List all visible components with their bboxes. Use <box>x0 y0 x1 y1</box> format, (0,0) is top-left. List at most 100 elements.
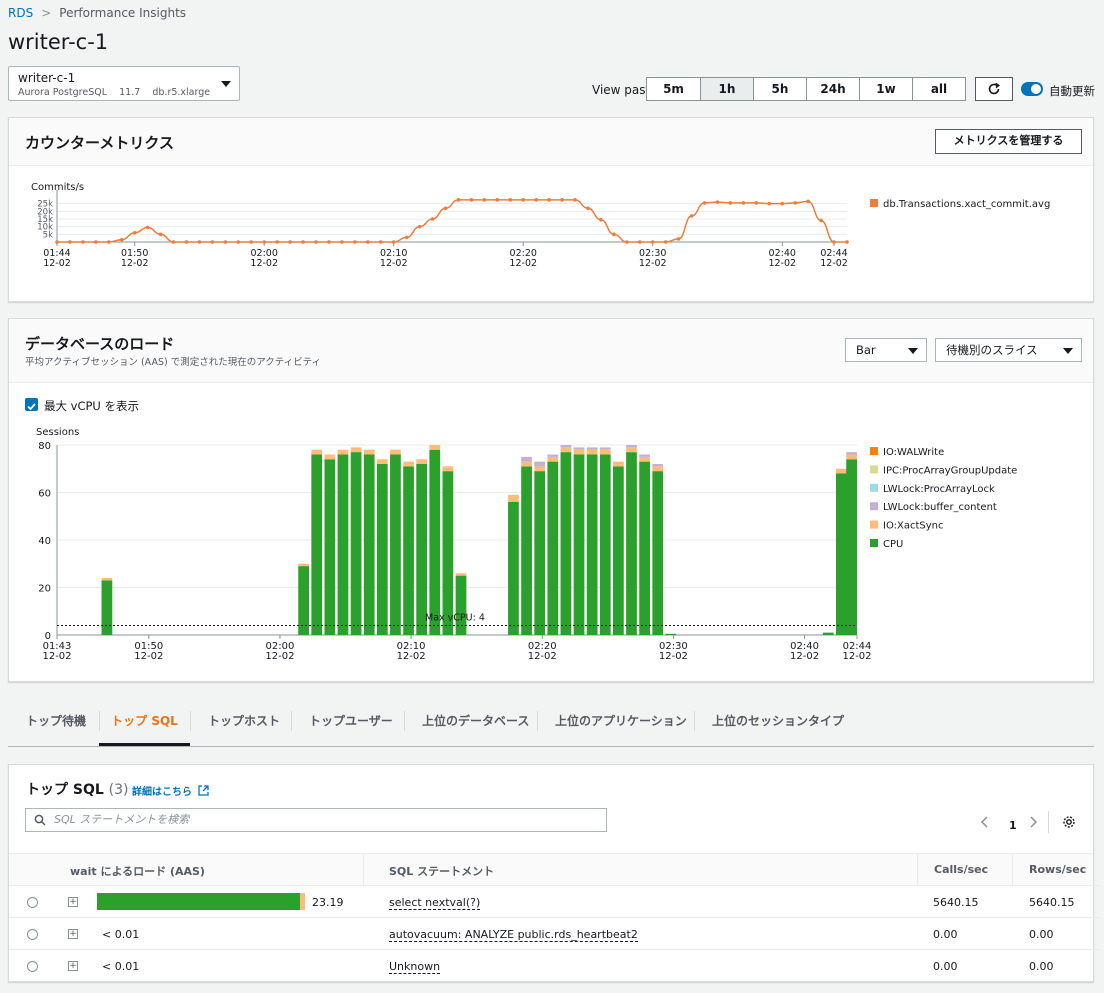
row-sql-statement[interactable]: select nextval(?) <box>389 896 481 910</box>
view-past-1h[interactable]: 1h <box>700 78 753 100</box>
commits-data-point <box>223 240 228 244</box>
commits-data-point <box>845 240 849 244</box>
commits-data-point <box>68 240 72 244</box>
y-tick-label: 40 <box>38 536 51 547</box>
slice-by-select[interactable]: 待機別のスライス <box>935 338 1082 362</box>
instance-class: db.r5.xlarge <box>152 87 211 98</box>
refresh-icon <box>988 82 1000 95</box>
row-radio[interactable] <box>27 897 38 908</box>
bar-segment-io-xactsync <box>835 468 847 474</box>
y-tick-label: 60 <box>38 489 51 500</box>
details-link[interactable]: 詳細はこちら <box>132 783 210 798</box>
breadcrumb-rds-link[interactable]: RDS <box>8 6 33 20</box>
x-tick-date: 12-02 <box>250 258 278 269</box>
bar-segment-io-xactsync <box>442 466 454 472</box>
show-vcpu-checkbox[interactable] <box>25 398 38 411</box>
bar-segment-io-xactsync <box>639 456 650 462</box>
column-header-rows[interactable]: Rows/sec <box>1029 863 1086 876</box>
view-past-5m[interactable]: 5m <box>647 78 700 100</box>
bar-segment-cpu <box>626 452 637 635</box>
chart-type-select[interactable]: Bar <box>845 338 927 362</box>
bar-segment-cpu <box>573 454 585 635</box>
y-axis-label: Sessions <box>36 427 79 438</box>
refresh-button[interactable] <box>975 77 1013 101</box>
tab-top-applications[interactable]: 上位のアプリケーション <box>555 705 687 746</box>
bar-segment-lwlock-buffer-content <box>521 456 532 462</box>
tab-top-waits[interactable]: トップ待機 <box>26 705 86 746</box>
expand-plus-icon[interactable]: + <box>68 897 78 907</box>
table-row[interactable]: + < 0.01 autovacuum: ANALYZE public.rds_… <box>9 917 1101 949</box>
tab-top-hosts[interactable]: トップホスト <box>208 705 280 746</box>
row-load-value: 23.19 <box>312 896 344 909</box>
commits-data-point <box>767 201 772 206</box>
counter-metrics-panel: カウンターメトリクス メトリクスを管理する Commits/s 25k 20k 15k… <box>8 117 1094 302</box>
search-input[interactable]: SQL ステートメントを検索 <box>25 808 607 832</box>
auto-refresh-toggle[interactable] <box>1021 82 1043 96</box>
bar-segment-io-xactsync <box>521 461 532 467</box>
commits-data-point <box>366 240 370 244</box>
commits-data-point <box>637 240 642 244</box>
expand-plus-icon[interactable]: + <box>68 961 78 971</box>
instance-version: 11.7 <box>119 87 141 98</box>
x-tick-date: 12-02 <box>528 651 557 662</box>
row-sql-statement[interactable]: autovacuum: ANALYZE public.rds_heartbeat… <box>389 928 638 942</box>
settings-gear-icon[interactable] <box>1062 815 1076 829</box>
tab-top-users[interactable]: トップユーザー <box>309 705 393 746</box>
commits-data-point <box>262 240 267 244</box>
column-header-calls[interactable]: Calls/sec <box>934 863 988 876</box>
x-tick-date: 12-02 <box>380 258 408 269</box>
tab-top-sql[interactable]: トップ SQL <box>99 705 190 746</box>
pagination-page[interactable]: 1 <box>1009 819 1017 832</box>
x-tick-date: 12-02 <box>639 258 667 269</box>
legend-label: LWLock:ProcArrayLock <box>883 484 995 495</box>
db-load-header: データベースのロード 平均アクティブセッション (AAS) で測定された現在のア… <box>9 319 1093 383</box>
row-calls: 0.00 <box>933 928 958 941</box>
commits-data-point <box>482 198 487 202</box>
y-tick-label: 5k <box>43 230 53 240</box>
chevron-right-icon[interactable] <box>1027 815 1039 829</box>
bar-segment-cpu <box>521 466 532 635</box>
bar-segment-io-xactsync <box>652 466 664 472</box>
view-past-5h[interactable]: 5h <box>753 78 806 100</box>
search-icon <box>34 814 46 826</box>
bar-segment-lwlock-buffer-content <box>639 454 650 457</box>
view-past-all[interactable]: all <box>912 78 965 100</box>
tab-top-databases[interactable]: 上位のデータベース <box>422 705 529 746</box>
row-radio[interactable] <box>27 961 38 972</box>
bar-segment-io-xactsync <box>508 494 519 502</box>
commits-data-point <box>184 240 189 244</box>
bar-segment-cpu <box>416 464 428 635</box>
bar-segment-io-xactsync <box>298 563 309 567</box>
column-header-load[interactable]: wait によるロード (AAS) <box>70 863 205 879</box>
breadcrumb: RDS > Performance Insights <box>8 6 186 20</box>
commits-data-point <box>612 232 616 237</box>
bar-segment-cpu <box>403 466 414 635</box>
table-row[interactable]: + 23.19 select nextval(?) 5640.15 5640.1… <box>9 885 1101 917</box>
row-radio[interactable] <box>27 929 38 940</box>
commits-data-point <box>210 240 215 244</box>
instance-select[interactable]: writer-c-1 Aurora PostgreSQL 11.7 db.r5.… <box>8 66 240 101</box>
table-row[interactable]: + < 0.01 Unknown 0.00 0.00 <box>9 949 1101 981</box>
expand-plus-icon[interactable]: + <box>68 929 78 939</box>
column-header-sql[interactable]: SQL ステートメント <box>389 863 494 879</box>
chevron-left-icon[interactable] <box>979 815 991 829</box>
bar-segment-cpu <box>442 471 454 635</box>
y-tick-label: 80 <box>38 441 51 452</box>
commits-data-point <box>417 224 422 229</box>
y-axis-label: Commits/s <box>31 182 84 193</box>
caret-down-icon <box>908 348 918 354</box>
row-sql-statement[interactable]: Unknown <box>389 960 441 974</box>
x-tick-date: 12-02 <box>659 651 688 662</box>
commits-data-point <box>754 201 759 205</box>
view-past-label: View past <box>592 83 651 97</box>
view-past-24h[interactable]: 24h <box>806 78 859 100</box>
view-past-1w[interactable]: 1w <box>859 78 912 100</box>
bar-segment-cpu <box>429 449 441 635</box>
commits-data-point <box>599 217 603 222</box>
tab-top-session-types[interactable]: 上位のセッションタイプ <box>712 705 844 746</box>
bar-segment-cpu <box>390 454 401 635</box>
commits-data-point <box>728 201 733 205</box>
commits-data-point <box>650 240 655 244</box>
manage-metrics-button[interactable]: メトリクスを管理する <box>935 129 1082 154</box>
commits-data-point <box>391 240 396 244</box>
